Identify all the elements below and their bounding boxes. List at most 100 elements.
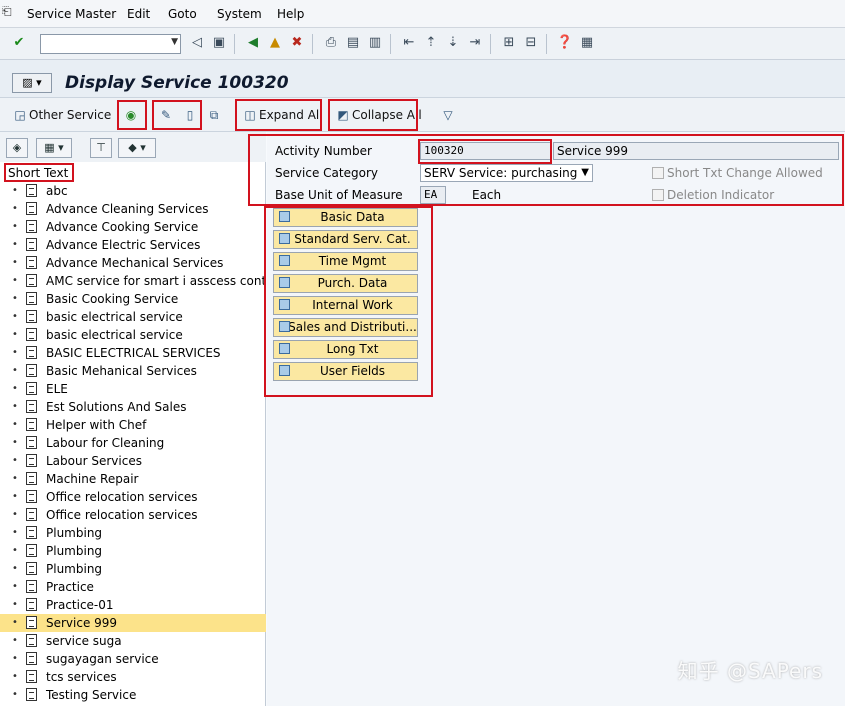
bullet-icon: • xyxy=(12,437,18,448)
tree-row[interactable]: • Advance Electric Services xyxy=(0,236,266,254)
tab-button-basic-data[interactable]: Basic Data xyxy=(273,208,418,227)
tab-button-user-fields[interactable]: User Fields xyxy=(273,362,418,381)
tree-row[interactable]: • Plumbing xyxy=(0,560,266,578)
chevron-down-icon[interactable]: ▼ xyxy=(171,37,178,47)
tree-row[interactable]: • ELE xyxy=(0,380,266,398)
deletion-indicator-checkbox[interactable]: Deletion Indicator xyxy=(652,187,774,203)
checkbox-box[interactable] xyxy=(652,189,664,201)
tree-row[interactable]: • Machine Repair xyxy=(0,470,266,488)
tree-row[interactable]: • basic electrical service xyxy=(0,326,266,344)
menu-edit[interactable]: Edit xyxy=(127,6,150,22)
tree-row[interactable]: • Office relocation services xyxy=(0,488,266,506)
tab-button-purch-data[interactable]: Purch. Data xyxy=(273,274,418,293)
next-page-icon[interactable]: ⇣ xyxy=(444,34,462,52)
filter-button[interactable]: ▽ xyxy=(441,103,457,127)
tree-row[interactable]: • Basic Cooking Service xyxy=(0,290,266,308)
tree-row-label: Plumbing xyxy=(46,526,103,540)
back-icon[interactable]: ◀ xyxy=(244,34,262,52)
menu-goto[interactable]: Goto xyxy=(168,6,197,22)
document-icon xyxy=(26,472,37,485)
tree-row[interactable]: • BASIC ELECTRICAL SERVICES xyxy=(0,344,266,362)
tree-row-label: Practice-01 xyxy=(46,598,114,612)
app-menu-icon[interactable]: ⎗ xyxy=(2,4,16,18)
hierarchy-icon[interactable]: ⊤ xyxy=(90,138,112,158)
other-service-button[interactable]: ◲ Other Service xyxy=(13,103,111,127)
short-txt-change-allowed-checkbox[interactable]: Short Txt Change Allowed xyxy=(652,165,823,181)
service-category-select[interactable]: SERV Service: purchasing ▼ xyxy=(420,164,593,182)
shortcut-icon[interactable]: ⊟ xyxy=(522,34,540,52)
menu-list-icon[interactable]: ▨ ▾ xyxy=(12,73,52,93)
menu-help[interactable]: Help xyxy=(277,6,304,22)
tree-row[interactable]: • Plumbing xyxy=(0,542,266,560)
find-icon[interactable]: ▤ xyxy=(344,34,362,52)
back-arrow-icon[interactable]: ◁ xyxy=(188,34,206,52)
tab-button-sales-and-distributi[interactable]: Sales and Distributi... xyxy=(273,318,418,337)
collapse-all-button[interactable]: ◩ Collapse All xyxy=(336,103,421,127)
tree-row[interactable]: • Practice-01 xyxy=(0,596,266,614)
menu-system[interactable]: System xyxy=(217,6,262,22)
tree-row[interactable]: • Labour Services xyxy=(0,452,266,470)
first-page-icon[interactable]: ⇤ xyxy=(400,34,418,52)
tab-button-label: Basic Data xyxy=(320,210,385,224)
tree-row[interactable]: • Helper with Chef xyxy=(0,416,266,434)
chevron-down-icon[interactable]: ▼ xyxy=(581,165,589,181)
tree-row[interactable]: • Practice xyxy=(0,578,266,596)
tree-row[interactable]: • Advance Mechanical Services xyxy=(0,254,266,272)
display-change-button[interactable]: ◉ xyxy=(124,103,140,127)
cancel-icon[interactable]: ✖ xyxy=(288,34,306,52)
last-page-icon[interactable]: ⇥ xyxy=(466,34,484,52)
tree-row[interactable]: • Service 999 xyxy=(0,614,266,632)
new-session-icon[interactable]: ⊞ xyxy=(500,34,518,52)
folder-icon xyxy=(279,211,290,222)
tree-row[interactable]: • Advance Cooking Service xyxy=(0,218,266,236)
tree-row[interactable]: • Plumbing xyxy=(0,524,266,542)
tree-row[interactable]: • tcs services xyxy=(0,668,266,686)
tree-row[interactable]: • Testing Service xyxy=(0,686,266,704)
tree-row[interactable]: • Est Solutions And Sales xyxy=(0,398,266,416)
settings-icon[interactable]: ◆ ▾ xyxy=(118,138,156,158)
document-icon xyxy=(26,526,37,539)
tree-row[interactable]: • basic electrical service xyxy=(0,308,266,326)
bullet-icon: • xyxy=(12,257,18,268)
tree-row[interactable]: • Labour for Cleaning xyxy=(0,434,266,452)
copy-button[interactable]: ⧉ xyxy=(207,103,223,127)
tree-row[interactable]: • AMC service for smart i asscess control xyxy=(0,272,282,290)
bullet-icon: • xyxy=(12,671,18,682)
print-icon[interactable]: ⎙ xyxy=(322,34,340,52)
binoculars-icon[interactable]: ◈ xyxy=(6,138,28,158)
exit-icon[interactable]: ▲ xyxy=(266,34,284,52)
tree-row-label: Practice xyxy=(46,580,94,594)
create-button[interactable]: ▯ xyxy=(183,103,199,127)
tab-button-internal-work[interactable]: Internal Work xyxy=(273,296,418,315)
layout-menu-icon[interactable]: ▦ xyxy=(578,34,596,52)
expand-all-button[interactable]: ◫ Expand All xyxy=(243,103,322,127)
tree-row[interactable]: • Basic Mehanical Services xyxy=(0,362,266,380)
tree-row[interactable]: • sugayagan service xyxy=(0,650,266,668)
help-icon[interactable]: ❓ xyxy=(556,34,574,52)
base-unit-field[interactable]: EA xyxy=(420,186,446,204)
menu-service-master[interactable]: Service Master xyxy=(27,6,116,22)
edit-button[interactable]: ✎ xyxy=(159,103,175,127)
checkbox-box[interactable] xyxy=(652,167,664,179)
folder-icon xyxy=(279,321,290,332)
bullet-icon: • xyxy=(12,599,18,610)
tab-button-time-mgmt[interactable]: Time Mgmt xyxy=(273,252,418,271)
command-field[interactable]: ▼ xyxy=(40,34,181,54)
layout-icon[interactable]: ▦ ▾ xyxy=(36,138,72,158)
tree-row[interactable]: • Advance Cleaning Services xyxy=(0,200,266,218)
bullet-icon: • xyxy=(12,239,18,250)
bullet-icon: • xyxy=(12,221,18,232)
short-text-column-header[interactable]: Short Text xyxy=(4,164,74,182)
tree-row[interactable]: • service suga xyxy=(0,632,266,650)
short-text-field[interactable]: Service 999 xyxy=(553,142,839,160)
previous-page-icon[interactable]: ⇡ xyxy=(422,34,440,52)
tab-button-long-txt[interactable]: Long Txt xyxy=(273,340,418,359)
save-icon[interactable]: ▣ xyxy=(210,34,228,52)
activity-number-field[interactable]: 100320 xyxy=(420,142,551,160)
find-next-icon[interactable]: ▥ xyxy=(366,34,384,52)
service-category-value: SERV Service: purchasing xyxy=(424,166,578,180)
tree-row[interactable]: • Office relocation services xyxy=(0,506,266,524)
tab-button-standard-serv-cat[interactable]: Standard Serv. Cat. xyxy=(273,230,418,249)
tree-row[interactable]: • abc xyxy=(0,182,266,200)
enter-check-icon[interactable]: ✔ xyxy=(10,34,28,52)
